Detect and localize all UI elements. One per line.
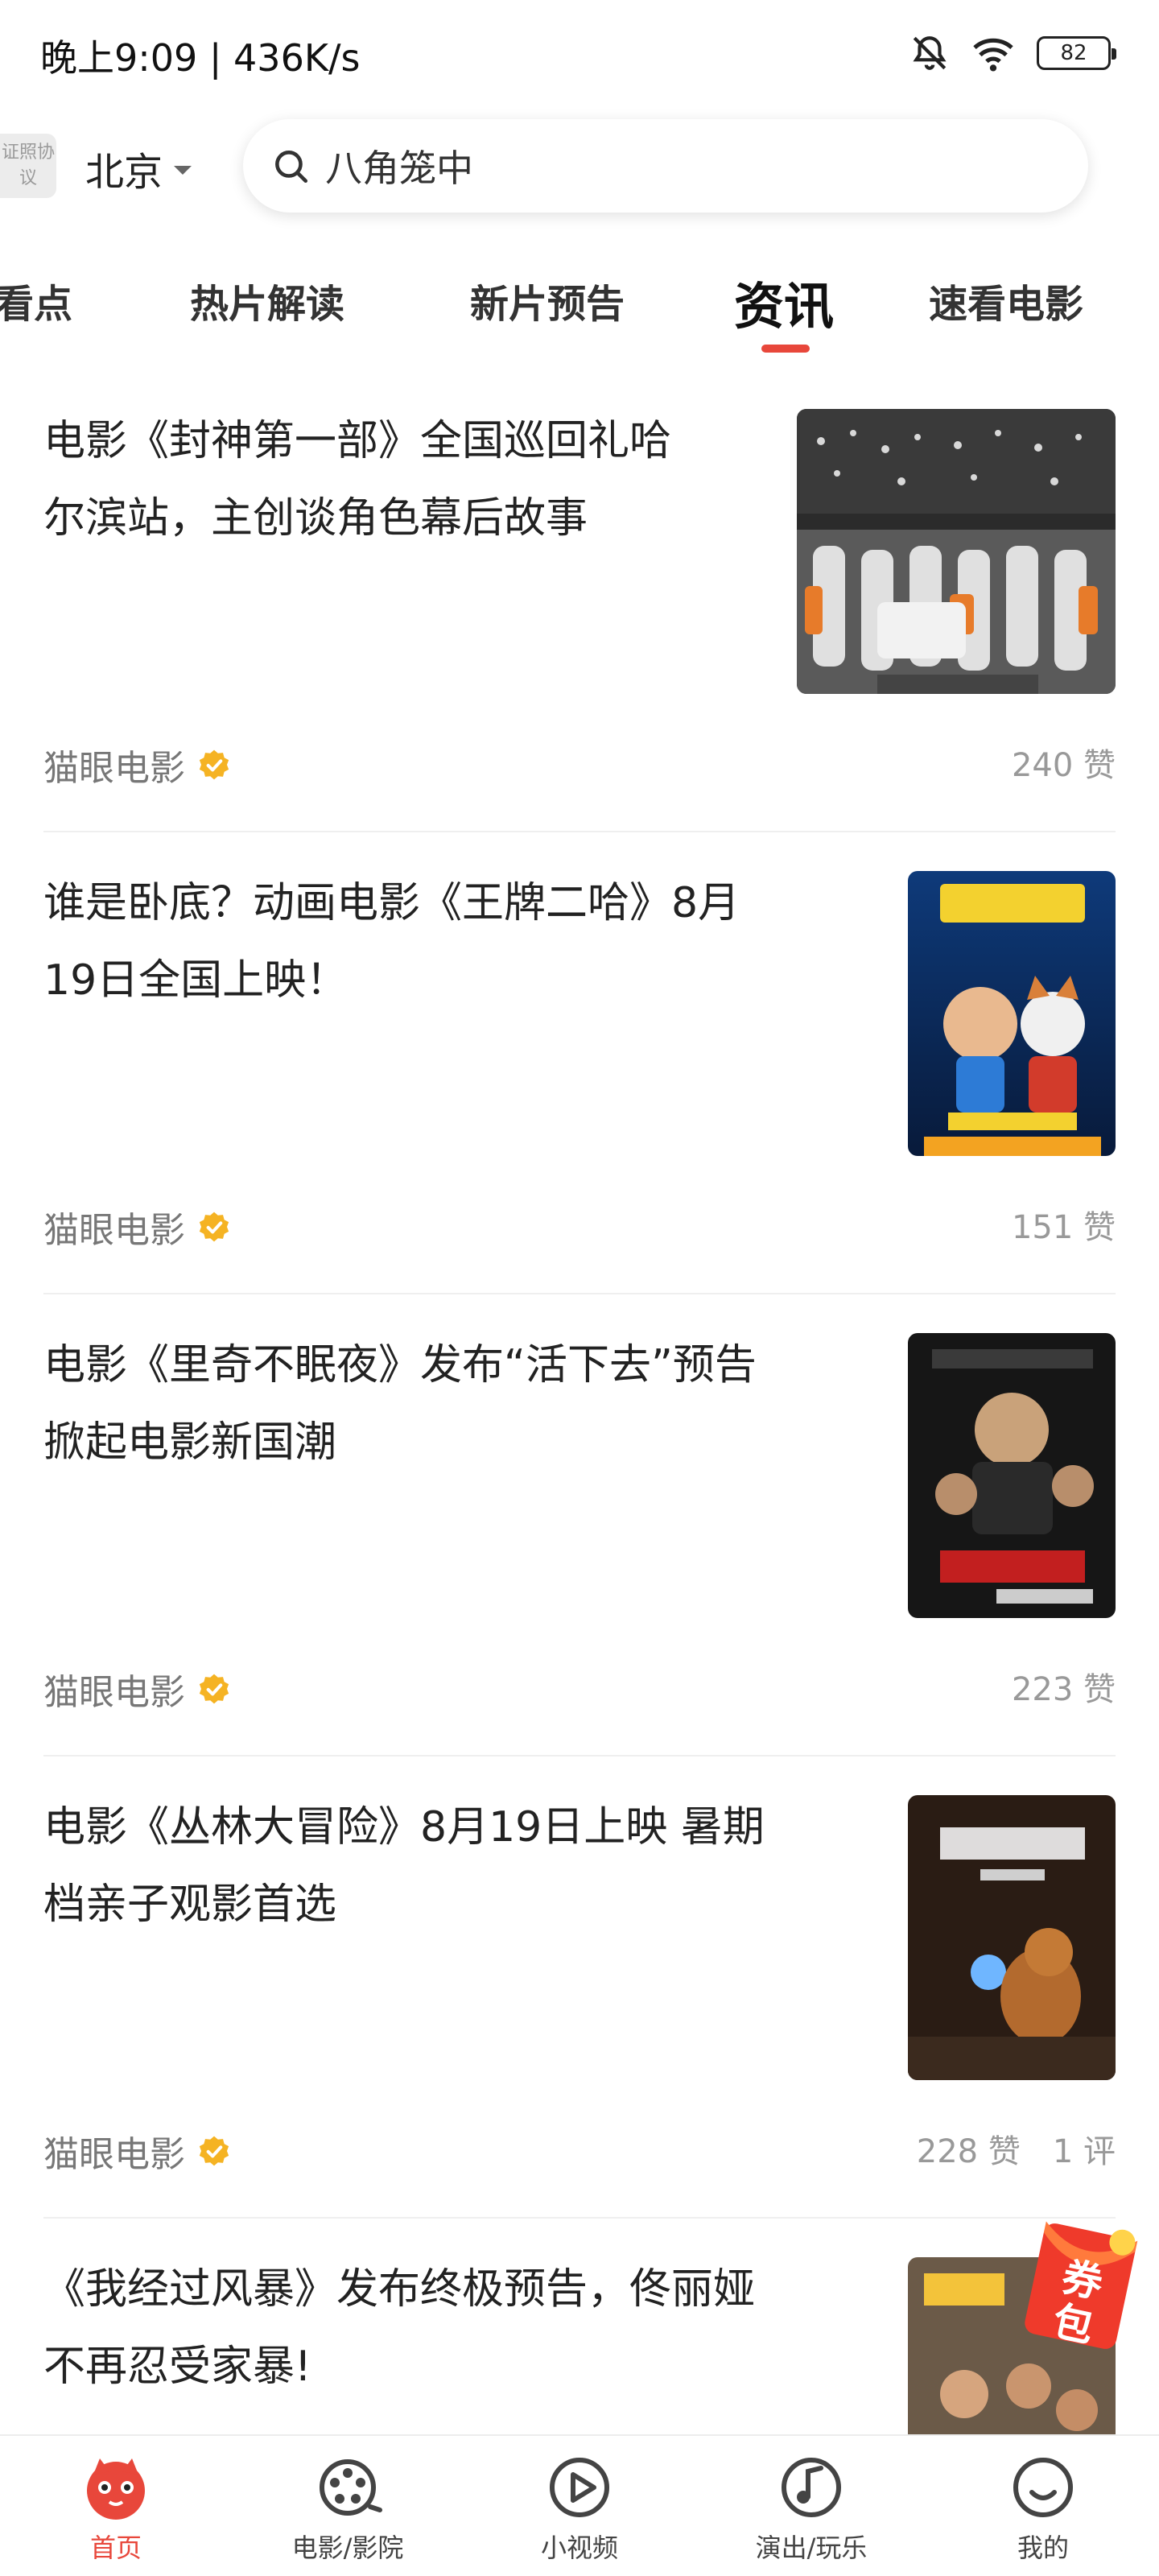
tab-quick-movies[interactable]: 速看电影 <box>929 272 1083 328</box>
like-count: 223 赞 <box>1011 1671 1116 1708</box>
news-stats: 223 赞 <box>1012 1663 1116 1710</box>
event-photo <box>797 409 1116 694</box>
nav-short-videos[interactable]: 小视频 <box>464 2452 695 2565</box>
search-text: 八角笼中 <box>325 147 473 190</box>
news-source[interactable]: 猫眼电影 <box>43 1663 232 1715</box>
news-thumbnail <box>908 1333 1116 1618</box>
nav-profile[interactable]: 我的 <box>927 2452 1159 2565</box>
news-stats: 228 赞 1 评 <box>917 2125 1116 2172</box>
nav-label: 小视频 <box>540 2533 618 2563</box>
status-icons: 82 <box>909 32 1116 74</box>
battery-level: 82 <box>1060 41 1087 65</box>
search-input[interactable]: 八角笼中 <box>243 119 1088 213</box>
news-feed: 电影《封神第一部》全国巡回礼哈 尔滨站，主创谈角色幕后故事 猫眼电影 240 赞… <box>0 370 1159 2436</box>
tab-kandian[interactable]: 看点 <box>0 272 72 328</box>
news-thumbnail <box>797 409 1116 694</box>
news-item[interactable]: 《我经过风暴》发布终极预告，佟丽娅 不再忍受家暴! <box>0 2219 1159 2436</box>
verified-badge-icon <box>199 2136 229 2166</box>
status-bar: 晚上9:09 | 436K/s 82 <box>0 0 1159 105</box>
news-source[interactable]: 猫眼电影 <box>43 1201 232 1253</box>
wifi-icon <box>973 38 1013 72</box>
nav-label: 演出/玩乐 <box>755 2533 868 2563</box>
news-stats: 151 赞 <box>1012 1201 1116 1248</box>
news-item[interactable]: 电影《封神第一部》全国巡回礼哈 尔滨站，主创谈角色幕后故事 猫眼电影 240 赞 <box>0 370 1159 832</box>
news-item[interactable]: 电影《丛林大冒险》8月19日上映 暑期 档亲子观影首选 猫眼电影 228 赞 1… <box>0 1757 1159 2219</box>
nav-home[interactable]: 首页 <box>0 2452 232 2565</box>
nav-movies-cinemas[interactable]: 电影/影院 <box>232 2452 464 2565</box>
news-title: 电影《封神第一部》全国巡回礼哈 尔滨站，主创谈角色幕后故事 <box>43 417 672 543</box>
city-selector[interactable]: 北京 <box>85 140 192 196</box>
movie-poster <box>908 1333 1116 1618</box>
news-title: 《我经过风暴》发布终极预告，佟丽娅 不再忍受家暴! <box>43 2265 756 2391</box>
verified-badge-icon <box>199 1212 229 1242</box>
news-source[interactable]: 猫眼电影 <box>43 2125 232 2177</box>
nav-label: 电影/影院 <box>291 2533 404 2563</box>
tab-hot-review[interactable]: 热片解读 <box>190 272 344 328</box>
play-circle-icon <box>550 2458 609 2517</box>
nav-label: 首页 <box>89 2533 142 2563</box>
tab-news[interactable]: 资讯 <box>734 266 834 338</box>
news-title: 谁是卧底？动画电影《王牌二哈》8月 19日全国上映！ <box>43 879 740 1005</box>
bell-muted-icon <box>913 36 947 70</box>
news-title: 电影《里奇不眠夜》发布“活下去”预告 掀起电影新国潮 <box>43 1341 757 1467</box>
verified-badge-icon <box>199 749 229 780</box>
news-title: 电影《丛林大冒险》8月19日上映 暑期 档亲子观影首选 <box>43 1803 765 1929</box>
news-item[interactable]: 谁是卧底？动画电影《王牌二哈》8月 19日全国上映！ 猫眼电影 151 赞 <box>0 832 1159 1294</box>
category-tabs: 看点 热片解读 新片预告 资讯 速看电影 <box>0 242 1159 370</box>
like-count: 228 赞 <box>916 2133 1021 2170</box>
tab-active-indicator <box>761 345 810 353</box>
news-item[interactable]: 电影《里奇不眠夜》发布“活下去”预告 掀起电影新国潮 猫眼电影 223 赞 <box>0 1294 1159 1757</box>
news-thumbnail <box>908 1795 1116 2080</box>
license-badge[interactable]: 证照协议 <box>0 134 56 198</box>
nav-shows-fun[interactable]: 演出/玩乐 <box>695 2452 927 2565</box>
bottom-nav: 首页 电影/影院 小视频 演出/玩乐 我的 <box>0 2434 1159 2576</box>
coupon-pack-button[interactable]: 券包 <box>1016 2206 1145 2367</box>
film-reel-icon <box>320 2459 382 2516</box>
comment-count: 1 评 <box>1052 2133 1116 2170</box>
movie-poster <box>908 871 1116 1156</box>
news-source[interactable]: 猫眼电影 <box>43 739 232 791</box>
movie-poster <box>908 1795 1116 2080</box>
battery-icon: 82 <box>1037 36 1116 70</box>
city-label: 北京 <box>85 150 163 195</box>
tab-new-trailers[interactable]: 新片预告 <box>470 272 625 328</box>
caret-down-icon <box>174 165 192 175</box>
verified-badge-icon <box>199 1674 229 1704</box>
like-count: 240 赞 <box>1011 747 1116 784</box>
news-stats: 240 赞 <box>1012 739 1116 786</box>
search-icon <box>275 151 308 184</box>
status-time: 晚上9:09 | 436K/s <box>40 36 361 80</box>
nav-label: 我的 <box>1017 2533 1069 2563</box>
news-thumbnail <box>908 871 1116 1156</box>
music-note-icon <box>782 2458 841 2517</box>
header: 证照协议 北京 八角笼中 <box>0 113 1159 217</box>
like-count: 151 赞 <box>1011 1209 1116 1246</box>
cat-home-icon <box>87 2458 145 2520</box>
smile-face-icon <box>1013 2458 1073 2517</box>
